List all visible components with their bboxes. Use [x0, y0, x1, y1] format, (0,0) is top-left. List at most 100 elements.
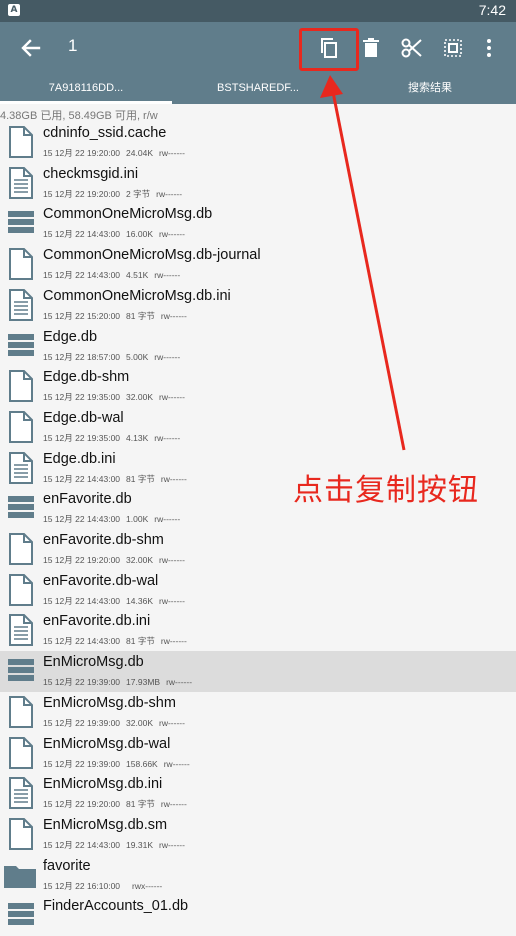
- more-vert-icon[interactable]: [473, 32, 505, 64]
- tab-folder-2[interactable]: BSTSHAREDF...: [172, 74, 344, 104]
- file-row[interactable]: favorite 15 12月 22 16:10:00 rwx------: [0, 855, 516, 896]
- file-date: 15 12月 22 19:20:00: [43, 555, 121, 565]
- file-name: favorite: [43, 857, 91, 874]
- file-size: 32.00K: [126, 717, 153, 728]
- file-icon: [7, 369, 35, 403]
- file-size: 4.51K: [126, 270, 149, 281]
- file-row[interactable]: EnMicroMsg.db-shm 15 12月 22 19:39:00 32.00…: [0, 692, 516, 733]
- file-row[interactable]: enFavorite.db-shm 15 12月 22 19:20:00 32.00…: [0, 529, 516, 570]
- file-date: 15 12月 22 14:43:00: [43, 270, 121, 281]
- file-meta: 15 12月 22 15:20:00 81 字节 rw------: [43, 310, 193, 322]
- file-meta: 15 12月 22 14:43:00 81 字节 rw------: [43, 635, 193, 647]
- file-meta: 15 12月 22 19:20:00 24.04K rw------: [43, 147, 191, 159]
- action-toolbar: 1: [0, 22, 516, 74]
- file-meta: 15 12月 22 19:39:00 32.00K rw------: [43, 717, 191, 729]
- file-icon: [7, 125, 35, 159]
- file-perm: rw------: [163, 758, 190, 769]
- file-perm: rw------: [166, 677, 193, 688]
- file-meta: 15 12月 22 19:39:00 17.93MB rw------: [43, 676, 198, 688]
- database-icon: [7, 329, 35, 363]
- file-perm: rw------: [159, 229, 185, 240]
- file-size: 2 字节: [126, 188, 151, 199]
- file-size: 81 字节: [126, 799, 155, 810]
- text-file-icon: [7, 166, 35, 200]
- file-name: CommonOneMicroMsg.db.ini: [43, 287, 231, 304]
- file-date: 15 12月 22 14:43:00: [43, 595, 121, 606]
- storage-info: 4.38GB 已用, 58.49GB 可用, r/w: [0, 110, 158, 122]
- active-tab-indicator: [0, 101, 172, 104]
- file-perm: rw------: [154, 270, 181, 281]
- file-perm: rw------: [159, 717, 185, 728]
- file-row[interactable]: CommonOneMicroMsg.db 15 12月 22 14:43:00 16…: [0, 203, 516, 244]
- file-perm: rw------: [160, 310, 187, 321]
- file-row[interactable]: CommonOneMicroMsg.db-journal 15 12月 22 14…: [0, 244, 516, 285]
- file-perm: rw------: [154, 514, 181, 525]
- file-icon: [7, 817, 35, 851]
- file-row[interactable]: Edge.db 15 12月 22 18:57:00 5.00K rw------: [0, 326, 516, 367]
- file-icon: [7, 573, 35, 607]
- text-file-icon: [7, 451, 35, 485]
- file-row[interactable]: enFavorite.db.ini 15 12月 22 14:43:00 81 字节…: [0, 610, 516, 651]
- file-row[interactable]: CommonOneMicroMsg.db.ini 15 12月 22 15:20:…: [0, 285, 516, 326]
- file-perm: rw------: [154, 432, 181, 443]
- file-row[interactable]: enFavorite.db-wal 15 12月 22 14:43:00 14.36…: [0, 570, 516, 611]
- file-perm: rw------: [159, 595, 185, 606]
- file-name: EnMicroMsg.db: [43, 654, 144, 671]
- file-date: 15 12月 22 19:20:00: [43, 799, 121, 810]
- file-icon: [7, 410, 35, 444]
- file-size: 17.93MB: [126, 677, 161, 688]
- file-date: 15 12月 22 19:39:00: [43, 677, 121, 688]
- file-name: enFavorite.db: [43, 491, 132, 508]
- file-perm: rw------: [160, 473, 187, 484]
- file-name: cdninfo_ssid.cache: [43, 125, 167, 141]
- selected-count: 1: [68, 36, 78, 55]
- file-row[interactable]: FinderAccounts_01.db: [0, 895, 516, 936]
- back-arrow-icon[interactable]: [16, 34, 46, 62]
- file-date: 15 12月 22 19:39:00: [43, 717, 121, 728]
- file-row[interactable]: Edge.db-wal 15 12月 22 19:35:00 4.13K rw----…: [0, 407, 516, 448]
- text-file-icon: [7, 288, 35, 322]
- delete-icon[interactable]: [355, 32, 387, 64]
- tab-search-results[interactable]: 搜索结果: [344, 74, 516, 104]
- file-row[interactable]: Edge.db-shm 15 12月 22 19:35:00 32.00K rw---…: [0, 366, 516, 407]
- file-perm: rw------: [159, 148, 185, 158]
- file-meta: 15 12月 22 18:57:00 5.00K rw------: [43, 351, 186, 363]
- file-name: Edge.db-shm: [43, 369, 130, 386]
- select-all-icon[interactable]: [437, 32, 469, 64]
- file-perm: rw------: [159, 555, 185, 565]
- file-name: Edge.db.ini: [43, 450, 116, 467]
- file-date: 15 12月 22 19:20:00: [43, 188, 121, 199]
- file-name: checkmsgid.ini: [43, 165, 139, 182]
- file-name: enFavorite.db-shm: [43, 532, 164, 548]
- file-row[interactable]: EnMicroMsg.db 15 12月 22 19:39:00 17.93MB rw…: [0, 651, 516, 692]
- file-meta: 15 12月 22 14:43:00 14.36K rw------: [43, 595, 191, 607]
- file-name: enFavorite.db.ini: [43, 613, 151, 630]
- file-size: 16.00K: [126, 229, 153, 240]
- file-row[interactable]: checkmsgid.ini 15 12月 22 19:20:00 2 字节 rw--…: [0, 163, 516, 204]
- tab-folder-1[interactable]: 7A918116DD...: [0, 74, 172, 104]
- app-badge-icon: A: [8, 4, 20, 16]
- file-meta: 15 12月 22 19:20:00 81 字节 rw------: [43, 798, 193, 810]
- file-row[interactable]: EnMicroMsg.db.sm 15 12月 22 14:43:00 19.31K…: [0, 814, 516, 855]
- file-row[interactable]: cdninfo_ssid.cache 15 12月 22 19:20:00 24.0…: [0, 122, 516, 163]
- file-meta: 15 12月 22 14:43:00 16.00K rw------: [43, 228, 191, 240]
- file-size: 14.36K: [126, 595, 153, 606]
- file-meta: 15 12月 22 16:10:00 rwx------: [43, 880, 168, 892]
- file-row[interactable]: EnMicroMsg.db-wal 15 12月 22 19:39:00 158.6…: [0, 733, 516, 774]
- annotation-label: 点击复制按钮: [293, 473, 479, 508]
- file-date: 15 12月 22 15:20:00: [43, 310, 121, 321]
- file-size: 19.31K: [126, 839, 153, 850]
- file-size: 32.00K: [126, 392, 153, 403]
- file-name: EnMicroMsg.db.ini: [43, 776, 163, 793]
- database-icon: [7, 654, 35, 688]
- file-name: EnMicroMsg.db-shm: [43, 694, 176, 711]
- file-meta: 15 12月 22 19:39:00 158.66K rw------: [43, 758, 196, 770]
- folder-icon: [3, 858, 36, 892]
- file-row[interactable]: EnMicroMsg.db.ini 15 12月 22 19:20:00 81 字节…: [0, 773, 516, 814]
- file-meta: 15 12月 22 19:20:00 32.00K rw------: [43, 554, 191, 566]
- file-meta: 15 12月 22 19:35:00 32.00K rw------: [43, 391, 191, 403]
- cut-icon[interactable]: [396, 32, 428, 64]
- file-date: 15 12月 22 19:35:00: [43, 392, 121, 403]
- file-date: 15 12月 22 14:43:00: [43, 839, 121, 850]
- file-name: Edge.db: [43, 328, 98, 345]
